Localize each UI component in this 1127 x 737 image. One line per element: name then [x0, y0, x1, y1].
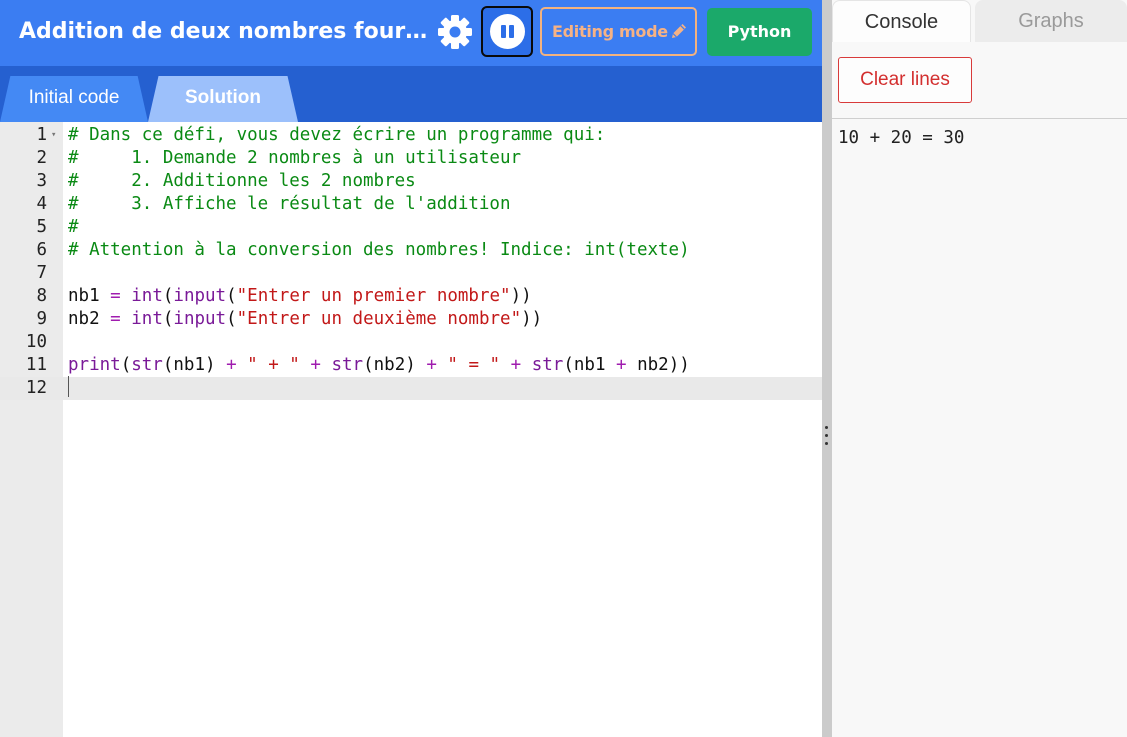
code-line[interactable]: 5 #	[0, 216, 822, 239]
line-number: 2	[36, 148, 47, 168]
line-number: 11	[25, 355, 47, 375]
editor-pane: Addition de deux nombres fourni… Editing…	[0, 0, 822, 737]
code-text: print(str(nb1) + " + " + str(nb2) + " = …	[68, 355, 690, 375]
code-line[interactable]: 6 # Attention à la conversion des nombres…	[0, 239, 822, 262]
fold-arrow-icon[interactable]: ▾	[51, 124, 56, 147]
code-line[interactable]: 9 nb2 = int(input("Entrer un deuxième nom…	[0, 308, 822, 331]
code-line[interactable]: 2 # 1. Demande 2 nombres à un utilisateur	[0, 147, 822, 170]
divider	[832, 118, 1127, 119]
pencil-icon	[672, 24, 686, 38]
line-number: 9	[36, 309, 47, 329]
line-number: 12	[25, 378, 47, 398]
code-line[interactable]: 7	[0, 262, 822, 285]
line-number: 8	[36, 286, 47, 306]
code-text: # 2. Additionne les 2 nombres	[68, 171, 416, 191]
line-number: 1	[36, 125, 47, 145]
code-text: #	[68, 217, 79, 237]
output-pane: Console Graphs Clear lines 10 + 20 = 30	[832, 0, 1127, 737]
gear-icon	[438, 15, 472, 49]
tab-initial-code[interactable]: Initial code	[0, 76, 148, 122]
tab-graphs[interactable]: Graphs	[975, 0, 1127, 42]
text-cursor	[68, 376, 69, 397]
language-button[interactable]: Python	[707, 8, 812, 56]
pane-resize-handle[interactable]	[822, 0, 832, 737]
code-line[interactable]: 3 # 2. Additionne les 2 nombres	[0, 170, 822, 193]
line-number: 10	[25, 332, 47, 352]
page-title: Addition de deux nombres fourni…	[19, 19, 431, 44]
line-number: 6	[36, 240, 47, 260]
code-text: # Attention à la conversion des nombres!…	[68, 240, 690, 260]
code-line[interactable]: 12	[0, 377, 822, 400]
code-text: nb2 = int(input("Entrer un deuxième nomb…	[68, 309, 543, 329]
code-line[interactable]: 10	[0, 331, 822, 354]
settings-button[interactable]	[436, 13, 474, 51]
line-number: 7	[36, 263, 47, 283]
code-line[interactable]: 1 ▾ # Dans ce défi, vous devez écrire un p…	[0, 124, 822, 147]
tab-solution[interactable]: Solution	[148, 76, 298, 122]
editor-tab-bar: Initial code Solution	[0, 66, 822, 122]
code-text: # Dans ce défi, vous devez écrire un pro…	[68, 125, 606, 145]
clear-lines-button[interactable]: Clear lines	[838, 57, 972, 103]
code-line[interactable]: 11 print(str(nb1) + " + " + str(nb2) + " …	[0, 354, 822, 377]
code-editor[interactable]: 1 ▾ # Dans ce défi, vous devez écrire un p…	[0, 122, 822, 737]
editing-mode-button[interactable]: Editing mode	[540, 7, 697, 56]
pause-icon	[490, 14, 525, 49]
editing-mode-label: Editing mode	[552, 22, 668, 41]
console-output: 10 + 20 = 30	[838, 128, 965, 148]
code-line[interactable]: 8 nb1 = int(input("Entrer un premier nomb…	[0, 285, 822, 308]
code-text: # 3. Affiche le résultat de l'addition	[68, 194, 511, 214]
code-text: nb1 = int(input("Entrer un premier nombr…	[68, 286, 532, 306]
pause-button[interactable]	[481, 6, 533, 57]
drag-handle-icon	[825, 426, 828, 429]
tab-console[interactable]: Console	[832, 0, 971, 42]
line-number: 4	[36, 194, 47, 214]
code-text: # 1. Demande 2 nombres à un utilisateur	[68, 148, 522, 168]
line-number: 3	[36, 171, 47, 191]
line-number: 5	[36, 217, 47, 237]
code-line[interactable]: 4 # 3. Affiche le résultat de l'addition	[0, 193, 822, 216]
header-bar: Addition de deux nombres fourni… Editing…	[0, 0, 822, 66]
